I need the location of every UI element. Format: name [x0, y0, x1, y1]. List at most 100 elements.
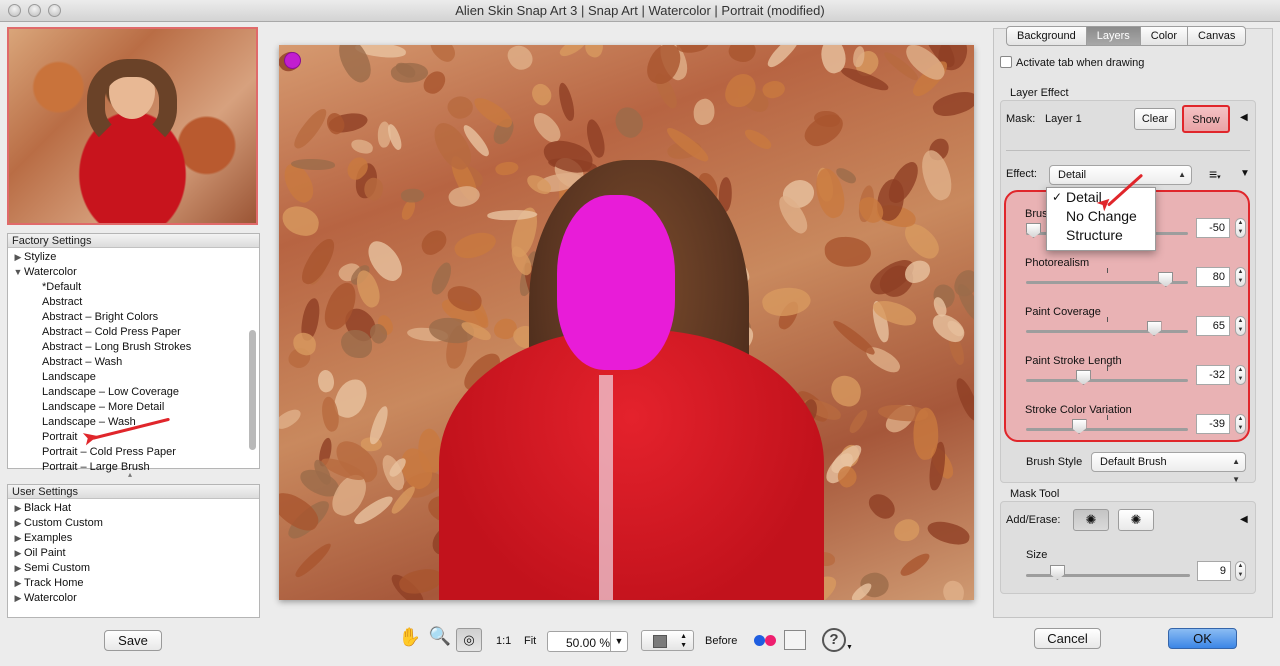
tab-color[interactable]: Color	[1140, 26, 1189, 46]
slider-value-field[interactable]: 65	[1196, 316, 1230, 336]
slider-stepper[interactable]: ▲ ▼	[1235, 218, 1246, 238]
zoom-one-to-one-button[interactable]: 1:1	[496, 635, 511, 647]
disclosure-closed-icon[interactable]: ▶	[12, 576, 24, 591]
before-toggle-label[interactable]: Before	[705, 635, 737, 647]
factory-setting-item[interactable]: Landscape – More Detail	[8, 400, 259, 415]
user-setting-item[interactable]: ▶ Track Home	[8, 576, 259, 591]
tab-canvas[interactable]: Canvas	[1188, 26, 1247, 46]
help-icon[interactable]: ?	[822, 628, 846, 652]
disclosure-closed-icon[interactable]: ▶	[12, 561, 24, 576]
factory-settings-panel[interactable]: Factory Settings ▶ Stylize ▼ Watercolor *Def…	[7, 233, 260, 473]
collapse-triangle-icon[interactable]: ◀	[1240, 112, 1248, 123]
disclosure-open-icon[interactable]: ▼	[12, 265, 24, 280]
disclosure-closed-icon[interactable]: ▶	[12, 546, 24, 561]
expand-triangle-icon[interactable]: ▼	[1240, 168, 1250, 179]
show-mask-button[interactable]: Show	[1182, 105, 1230, 133]
disclosure-closed-icon[interactable]: ▶	[12, 501, 24, 516]
user-setting-item[interactable]: ▶ Oil Paint	[8, 546, 259, 561]
user-setting-item[interactable]: ▶ Semi Custom	[8, 561, 259, 576]
ok-button[interactable]: OK	[1168, 628, 1237, 649]
splitter-handle-icon[interactable]: ▴	[128, 470, 132, 479]
add-mask-button[interactable]: ✺	[1073, 509, 1109, 531]
window-title: Alien Skin Snap Art 3 | Snap Art | Water…	[455, 3, 825, 18]
factory-setting-item[interactable]: Portrait – Large Brush	[8, 460, 259, 475]
size-value-field[interactable]: 9	[1197, 561, 1231, 581]
factory-setting-item[interactable]: Landscape – Low Coverage	[8, 385, 259, 400]
zoom-tool-icon[interactable]: 🔍	[428, 626, 452, 647]
user-setting-item[interactable]: ▶ Custom Custom	[8, 516, 259, 531]
clear-mask-button[interactable]: Clear	[1134, 108, 1176, 130]
leaf-stroke	[609, 102, 650, 143]
select-stepper-icon: ▲▼	[1232, 457, 1240, 484]
flickr-blue-dot-icon[interactable]	[754, 635, 765, 646]
factory-setting-item[interactable]: ▶ Stylize	[8, 250, 259, 265]
user-setting-item[interactable]: ▶ Examples	[8, 531, 259, 546]
tab-background[interactable]: Background	[1006, 26, 1087, 46]
leaf-stroke	[582, 45, 606, 59]
leaf-stroke	[742, 126, 774, 152]
cancel-button[interactable]: Cancel	[1034, 628, 1101, 649]
factory-setting-item[interactable]: *Default	[8, 280, 259, 295]
brush-style-select[interactable]: Default Brush ▲ ▼	[1091, 452, 1246, 484]
compare-view-icon[interactable]	[784, 630, 806, 650]
slider-label: Stroke Color Variation	[1025, 404, 1132, 416]
tab-layers[interactable]: Layers	[1086, 26, 1141, 46]
brush-erase-icon: ✺	[1130, 512, 1142, 527]
mask-view-tool-icon[interactable]: ◎	[456, 628, 482, 652]
minimize-window-icon[interactable]	[28, 4, 41, 17]
background-color-select[interactable]: ▲ ▼	[641, 630, 694, 651]
slider-value-field[interactable]: -39	[1196, 414, 1230, 434]
effect-option[interactable]: Structure	[1047, 226, 1155, 245]
image-canvas[interactable]	[279, 45, 974, 600]
activate-tab-checkbox-row[interactable]: Activate tab when drawing	[1000, 56, 1144, 69]
slider-stepper[interactable]: ▲ ▼	[1235, 414, 1246, 434]
leaf-stroke	[824, 236, 872, 269]
checkmark-icon: ✓	[1052, 190, 1063, 204]
slider-value-field[interactable]: 80	[1196, 267, 1230, 287]
slider-track[interactable]	[1026, 379, 1188, 382]
navigator-thumbnail[interactable]	[7, 27, 258, 225]
slider-stepper[interactable]: ▲ ▼	[1235, 316, 1246, 336]
zoom-fit-button[interactable]: Fit	[524, 635, 536, 647]
disclosure-closed-icon[interactable]: ▶	[12, 250, 24, 265]
close-window-icon[interactable]	[8, 4, 21, 17]
slider-track[interactable]	[1026, 428, 1188, 431]
factory-setting-label: Stylize	[24, 251, 57, 263]
factory-setting-item[interactable]: Abstract – Cold Press Paper	[8, 325, 259, 340]
factory-setting-item[interactable]: Portrait	[8, 430, 259, 445]
user-setting-item[interactable]: ▶ Watercolor	[8, 591, 259, 606]
zoom-window-icon[interactable]	[48, 4, 61, 17]
factory-setting-item[interactable]: Abstract – Long Brush Strokes	[8, 340, 259, 355]
factory-settings-scrollbar[interactable]	[249, 330, 256, 450]
factory-setting-item[interactable]: Portrait – Cold Press Paper	[8, 445, 259, 460]
factory-setting-label: *Default	[42, 281, 82, 293]
list-options-icon[interactable]: ≡▾	[1209, 166, 1221, 182]
user-settings-panel[interactable]: User Settings ▶ Black Hat ▶ Custom Custom ▶ E…	[7, 484, 260, 618]
factory-setting-item[interactable]: Abstract	[8, 295, 259, 310]
factory-setting-item[interactable]: Landscape	[8, 370, 259, 385]
activate-tab-checkbox[interactable]	[1000, 56, 1012, 68]
slider-stepper[interactable]: ▲ ▼	[1235, 267, 1246, 287]
save-button[interactable]: Save	[104, 630, 162, 651]
disclosure-closed-icon[interactable]: ▶	[12, 531, 24, 546]
show-mask-label: Show	[1192, 114, 1220, 126]
help-menu-arrow-icon[interactable]: ▼	[846, 644, 853, 651]
slider-track[interactable]	[1026, 330, 1188, 333]
slider-value-field[interactable]: -50	[1196, 218, 1230, 238]
factory-setting-item[interactable]: Abstract – Bright Colors	[8, 310, 259, 325]
factory-setting-item[interactable]: Abstract – Wash	[8, 355, 259, 370]
factory-setting-item[interactable]: ▼ Watercolor	[8, 265, 259, 280]
disclosure-closed-icon[interactable]: ▶	[12, 591, 24, 606]
mask-tool-collapse-icon[interactable]: ◀	[1240, 514, 1248, 525]
zoom-dropdown-icon[interactable]: ▼	[610, 632, 627, 651]
disclosure-closed-icon[interactable]: ▶	[12, 516, 24, 531]
slider-stepper[interactable]: ▲ ▼	[1235, 365, 1246, 385]
mask-overlay	[557, 195, 675, 370]
hand-tool-icon[interactable]: ✋	[398, 627, 422, 648]
zoom-field[interactable]: 50.00 % ▼	[547, 631, 628, 652]
size-stepper[interactable]: ▲ ▼	[1235, 561, 1246, 581]
user-setting-item[interactable]: ▶ Black Hat	[8, 501, 259, 516]
erase-mask-button[interactable]: ✺	[1118, 509, 1154, 531]
slider-value-field[interactable]: -32	[1196, 365, 1230, 385]
effect-select[interactable]: Detail▲▼	[1049, 165, 1192, 197]
